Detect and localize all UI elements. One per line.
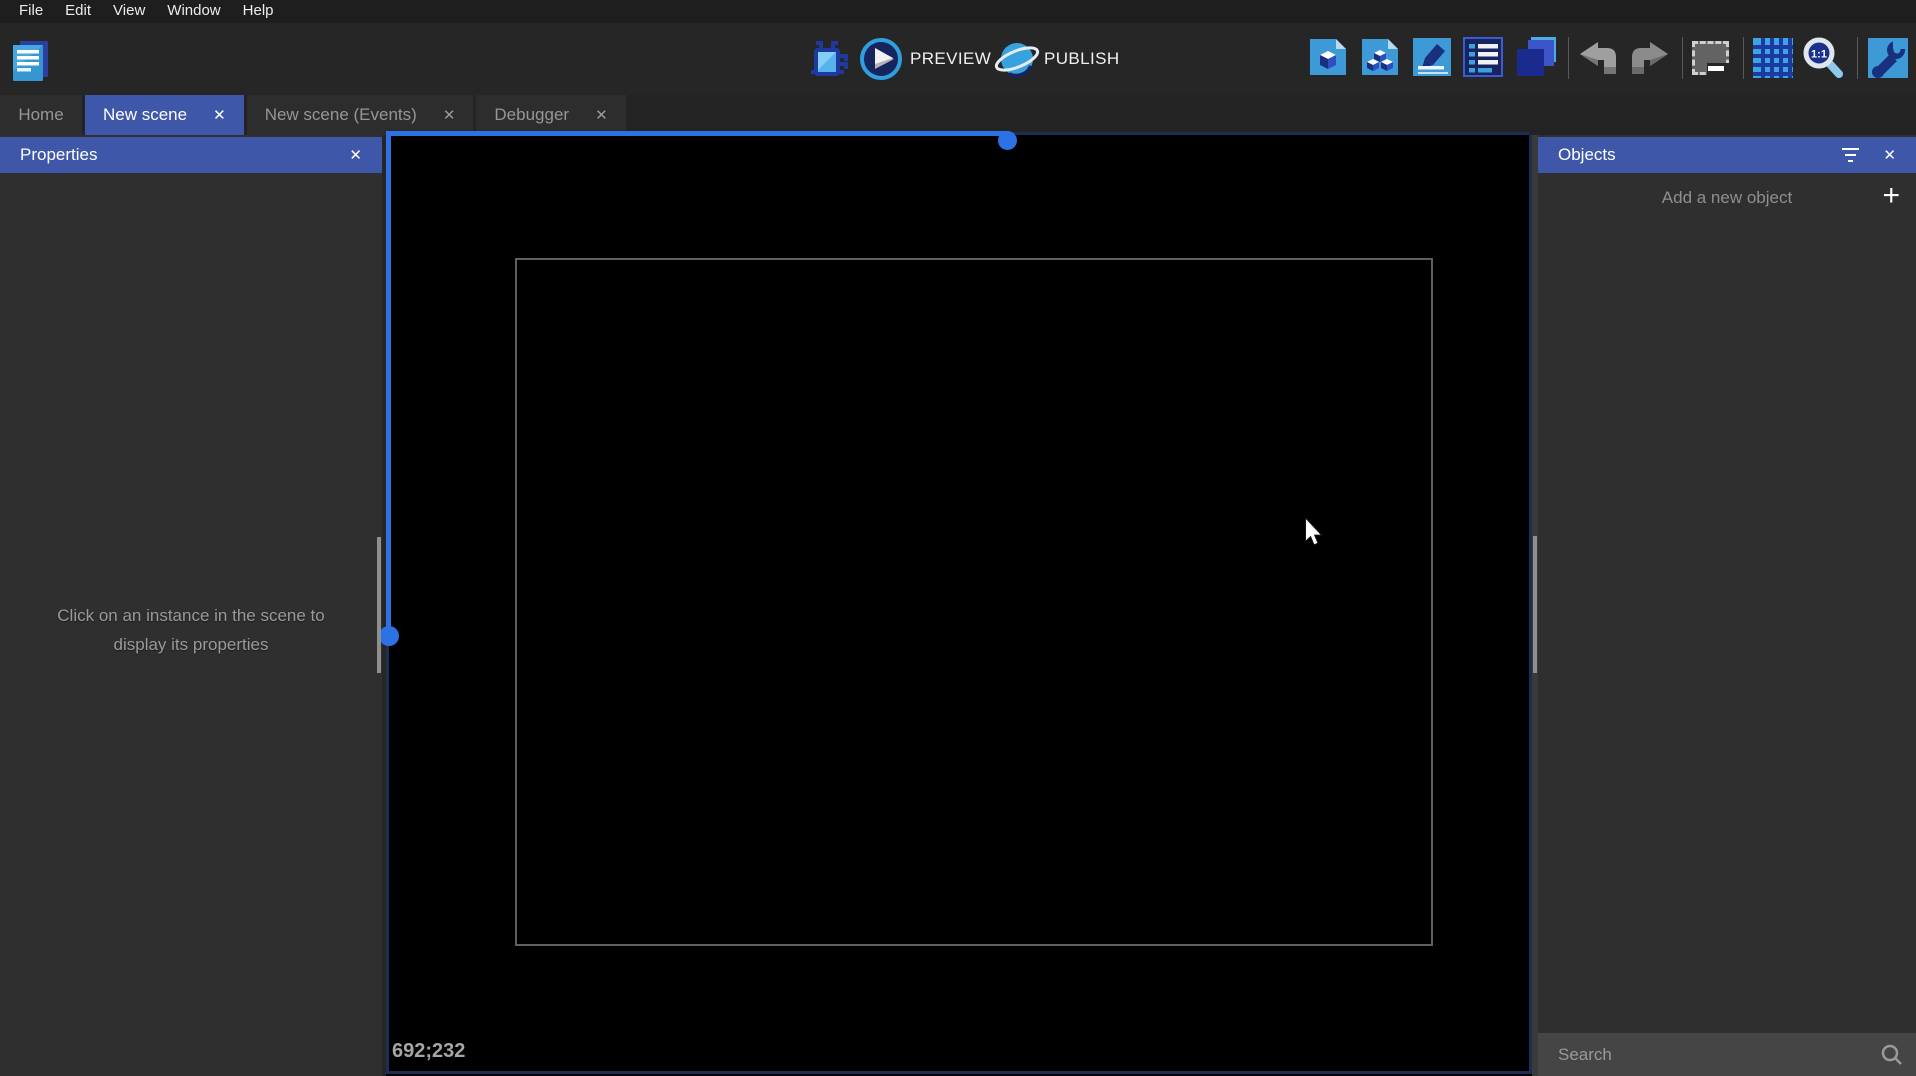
close-icon[interactable]: ✕ (1883, 146, 1896, 164)
menu-view[interactable]: View (102, 2, 156, 21)
wrench-icon (1868, 38, 1908, 78)
menu-bar: File Edit View Window Help (0, 0, 1916, 23)
scene-editor-canvas[interactable]: 692;232 (386, 135, 1532, 1076)
toolbar-separator (1743, 37, 1744, 79)
tab-label: New scene (Events) (264, 105, 417, 124)
filter-icon[interactable] (1842, 148, 1860, 162)
debugger-button[interactable] (806, 37, 850, 81)
debugger-bug-icon (811, 41, 848, 76)
preview-play-icon (860, 38, 902, 80)
selection-edge-left-far (386, 637, 389, 1072)
canvas-right-scrollbar[interactable] (1533, 536, 1537, 673)
tab-label: Debugger (494, 105, 570, 124)
toolbar-separator (1568, 37, 1569, 79)
open-layers-editor-button[interactable] (1515, 37, 1557, 77)
toolbar-separator (1682, 37, 1683, 79)
close-icon[interactable]: ✕ (349, 146, 362, 164)
toggle-grid-button[interactable] (1753, 38, 1793, 78)
search-icon (1881, 1044, 1902, 1065)
properties-panel-title: Properties (20, 145, 98, 164)
preview-label[interactable]: PREVIEW (910, 49, 991, 69)
plus-icon[interactable]: + (1882, 179, 1900, 213)
selection-edge-bottom (386, 1071, 1532, 1074)
open-instances-list-button[interactable] (1463, 37, 1503, 77)
open-object-groups-button[interactable] (1360, 37, 1400, 77)
objects-panel-header: Objects ✕ (1538, 137, 1916, 173)
undo-icon (1580, 42, 1616, 74)
tab-close-icon[interactable]: ✕ (213, 106, 226, 124)
objects-search-input[interactable] (1538, 1044, 1880, 1065)
menu-window[interactable]: Window (156, 2, 231, 21)
redo-button[interactable] (1628, 40, 1670, 78)
menu-help[interactable]: Help (232, 2, 285, 21)
object-groups-icon (1362, 39, 1398, 75)
open-objects-editor-button[interactable] (1308, 37, 1348, 77)
selection-edge-top-far (1008, 132, 1529, 135)
properties-empty-message: Click on an instance in the scene to dis… (57, 606, 325, 654)
tab-close-icon[interactable]: ✕ (595, 106, 608, 124)
scene-settings-button[interactable] (1867, 37, 1909, 79)
properties-panel: Properties ✕ Click on an instance in the… (0, 135, 382, 1076)
main-toolbar: PREVIEW PUBLISH 1:1 (0, 23, 1916, 95)
deselect-instances-button[interactable] (1692, 41, 1729, 75)
tab-label: Home (18, 105, 64, 124)
mouse-cursor (1303, 516, 1325, 553)
tab-label: New scene (103, 105, 188, 124)
cursor-coordinates: 692;232 (392, 1040, 466, 1062)
redo-icon (1632, 42, 1668, 74)
selection-handle-top[interactable] (998, 131, 1017, 150)
layers-icon (1517, 37, 1556, 76)
toolbar-separator (1857, 37, 1858, 79)
svg-text:1:1: 1:1 (1811, 49, 1827, 61)
preview-button[interactable] (858, 36, 904, 82)
objects-editor-icon (1310, 39, 1346, 75)
objects-panel-title: Objects (1558, 145, 1616, 164)
project-manager-icon (13, 41, 48, 81)
tab-debugger[interactable]: Debugger ✕ (476, 95, 626, 135)
tab-new-scene[interactable]: New scene ✕ (85, 95, 244, 135)
zoom-1-1-icon: 1:1 (1803, 37, 1843, 78)
publish-globe-icon (994, 43, 1040, 78)
zoom-original-button[interactable]: 1:1 (1800, 36, 1844, 80)
deselect-icon (1692, 41, 1729, 75)
objects-search-bar (1538, 1033, 1916, 1076)
selection-edge-left (386, 131, 391, 637)
canvas-left-scrollbar[interactable] (377, 537, 381, 673)
tab-close-icon[interactable]: ✕ (443, 106, 456, 124)
properties-panel-header: Properties ✕ (0, 137, 382, 173)
publish-button[interactable] (992, 36, 1042, 82)
objects-panel: Objects ✕ Add a new object + (1538, 135, 1916, 1076)
tab-home[interactable]: Home (0, 95, 82, 135)
undo-button[interactable] (1578, 40, 1620, 78)
open-scene-properties-button[interactable] (1412, 37, 1452, 77)
grid-icon (1753, 38, 1793, 78)
project-manager-button[interactable] (10, 35, 50, 83)
game-window-bounds (515, 258, 1433, 946)
selection-handle-left[interactable] (379, 626, 399, 646)
gdevelop-window: File Edit View Window Help PREVIEW PUBLI… (0, 0, 1916, 1076)
tab-new-scene-events[interactable]: New scene (Events) ✕ (246, 95, 474, 135)
tab-bar: Home New scene ✕ New scene (Events) ✕ De… (0, 95, 1916, 135)
menu-file[interactable]: File (8, 2, 54, 21)
add-new-object-row[interactable]: Add a new object + (1538, 173, 1916, 223)
edit-pencil-icon (1413, 38, 1451, 76)
add-new-object-label: Add a new object (1661, 188, 1793, 207)
menu-edit[interactable]: Edit (54, 2, 102, 21)
selection-edge-top (386, 131, 1008, 136)
instances-list-icon (1463, 37, 1503, 77)
publish-label[interactable]: PUBLISH (1044, 49, 1120, 69)
